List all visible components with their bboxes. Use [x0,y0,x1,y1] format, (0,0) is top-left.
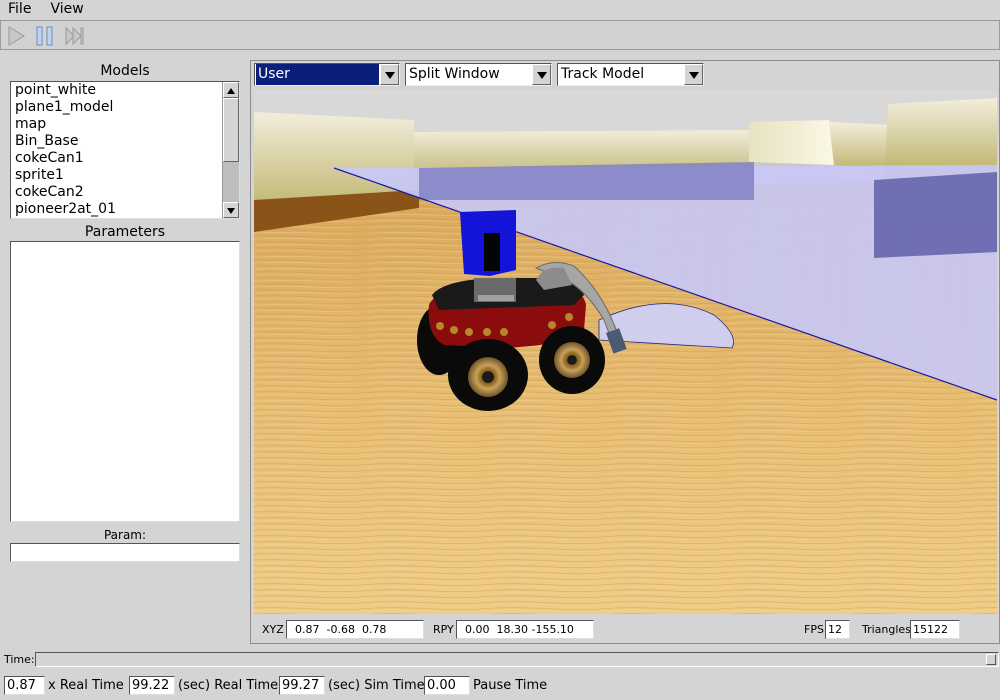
fps-label: FPS [804,623,824,636]
step-button[interactable] [64,25,86,47]
mode-select[interactable]: Track Model [557,63,704,86]
pause-icon [36,26,53,46]
pause-time-field[interactable]: 0.00 [424,676,470,695]
sim-time-field[interactable]: 99.27 [279,676,325,695]
list-item[interactable]: map [15,116,239,133]
real-time-factor-field[interactable]: 0.87 [4,676,45,695]
scroll-thumb[interactable] [223,98,239,162]
toolbar [0,20,1000,50]
pause-button[interactable] [34,25,56,47]
parameters-title: Parameters [84,224,166,240]
step-forward-icon [65,26,84,46]
triangles-field[interactable]: 15122 [910,620,960,639]
rpy-field[interactable]: 0.00 18.30 -155.10 [456,620,594,639]
3d-viewport[interactable] [254,90,997,614]
scroll-up-icon[interactable] [223,82,239,98]
chevron-down-icon[interactable] [532,64,551,85]
list-item[interactable]: point_white [15,82,239,99]
play-icon [8,26,25,46]
menu-file[interactable]: File [0,1,41,18]
time-slider-handle[interactable] [986,654,996,665]
camera-select-value: User [256,64,379,85]
camera-select[interactable]: User [254,63,400,86]
parameters-box[interactable] [10,241,240,522]
list-item[interactable]: Bin_Base [15,133,239,150]
fps-field[interactable]: 12 [825,620,850,639]
chevron-down-icon[interactable] [380,64,399,85]
layout-select-value: Split Window [409,66,500,82]
xyz-field[interactable]: 0.87 -0.68 0.78 [286,620,424,639]
sim-time-label: (sec) Sim Time [328,678,425,693]
play-button[interactable] [5,25,27,47]
scroll-down-icon[interactable] [223,202,239,218]
layout-select[interactable]: Split Window [405,63,552,86]
list-item[interactable]: cokeCan2 [15,184,239,201]
rpy-label: RPY [433,623,454,636]
models-list[interactable]: point_white plane1_model map Bin_Base cokeCa… [10,81,240,219]
scene-render [254,90,997,614]
list-item[interactable]: pioneer2at_01 [15,201,239,218]
triangles-label: Triangles [862,623,911,636]
real-time-label: (sec) Real Time [178,678,279,693]
list-item[interactable]: plane1_model [15,99,239,116]
time-label: Time: [4,653,35,666]
list-item[interactable]: sprite1 [15,167,239,184]
real-time-factor-label: x Real Time [48,678,124,693]
mode-select-value: Track Model [561,66,645,82]
param-input[interactable] [10,543,240,562]
xyz-label: XYZ [262,623,284,636]
real-time-field[interactable]: 99.22 [129,676,175,695]
chevron-down-icon[interactable] [684,64,703,85]
menu-view[interactable]: View [41,1,92,18]
list-item[interactable]: cokeCan1 [15,150,239,167]
models-scrollbar[interactable] [222,82,239,218]
param-label: Param: [103,528,147,542]
models-title: Models [100,63,150,79]
time-slider[interactable] [35,652,999,667]
menu-bar: File View [0,0,1000,19]
pause-time-label: Pause Time [473,678,548,693]
